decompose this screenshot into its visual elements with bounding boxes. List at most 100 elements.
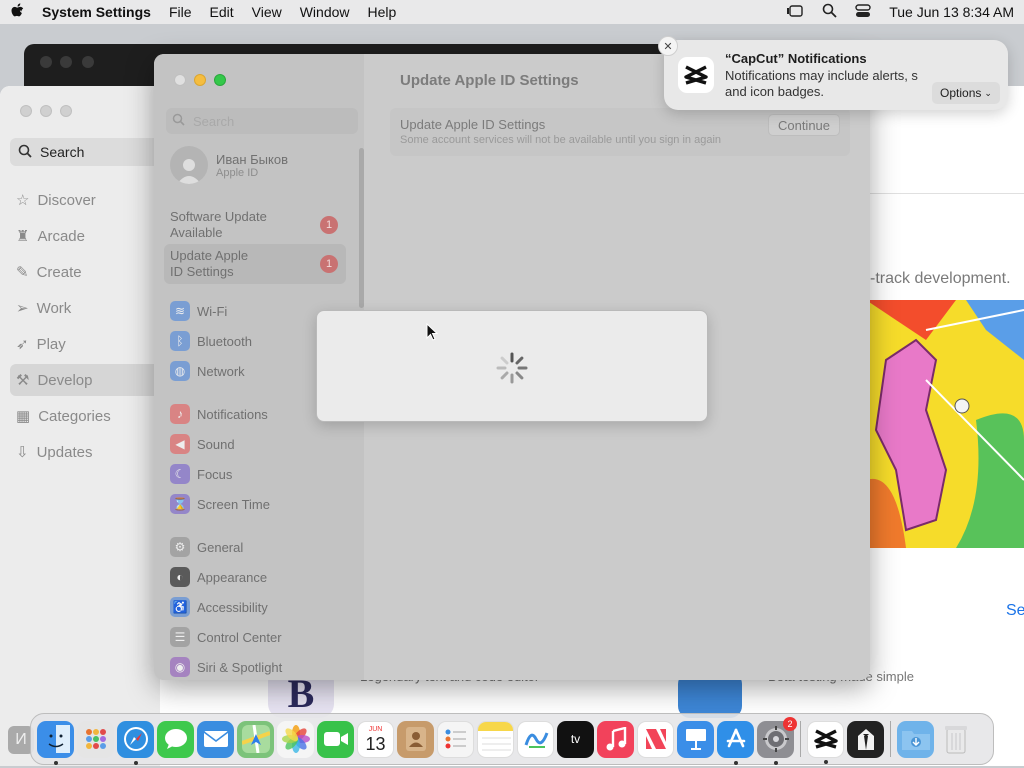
see-all-link[interactable]: Se [1006,602,1024,620]
sidebar-item-screen-time[interactable]: ⌛ Screen Time [164,493,346,515]
menu-view[interactable]: View [252,4,282,20]
dock: JUN 13 tv 2 [30,713,994,765]
settings-zoom-button[interactable] [214,74,226,86]
spotlight-search-icon[interactable] [822,3,837,21]
calendar-dock-icon[interactable]: JUN 13 [357,720,394,758]
store-nav-develop[interactable]: ⚒ Develop [10,364,160,396]
app-store-sidebar: Search ☆ Discover ♜ Arcade ✎ Create ➢ Work ➶… [0,86,160,766]
finder-dock-icon[interactable] [37,720,74,765]
trash-dock-icon[interactable] [937,721,974,758]
sidebar-item-appearance[interactable]: ◐ Appearance [164,566,346,588]
sidebar-item-software-update[interactable]: Software Update Available 1 [164,206,346,244]
store-minimize-button[interactable] [40,105,52,117]
paper-plane-icon: ➢ [16,300,29,317]
facetime-dock-icon[interactable] [317,720,354,758]
contacts-dock-icon[interactable] [397,720,434,758]
settings-search-field[interactable]: Search [166,108,358,134]
window-zoom-button[interactable] [82,56,94,68]
divider [868,193,1024,194]
stage-manager-icon[interactable] [786,4,804,21]
photos-dock-icon[interactable] [277,720,314,758]
window-minimize-button[interactable] [60,56,72,68]
music-dock-icon[interactable] [597,720,634,758]
store-nav-label: Create [36,263,82,281]
store-nav-categories[interactable]: ▦ Categories [10,400,160,432]
sidebar-item-control-center[interactable]: ☰ Control Center [164,626,346,648]
menu-file[interactable]: File [169,4,192,20]
freeform-dock-icon[interactable] [517,720,554,758]
sidebar-item-label: Wi-Fi [197,303,228,319]
capcut-dock-icon[interactable] [807,720,844,764]
store-search-field[interactable]: Search [10,138,160,166]
settings-close-button[interactable] [174,74,186,86]
capcut-app-icon [678,57,714,93]
sidebar-item-label: Screen Time [197,496,270,512]
joystick-icon: ♜ [16,228,30,245]
maps-dock-icon[interactable] [237,720,274,758]
continue-button[interactable]: Continue [768,114,840,136]
hero-artwork[interactable] [866,300,1024,548]
apple-menu-icon[interactable] [10,2,24,22]
sidebar-item-update-apple-id[interactable]: Update Apple ID Settings 1 [164,244,346,284]
reminders-dock-icon[interactable] [437,720,474,758]
apple-id-profile[interactable]: Иван Быков Apple ID [170,146,288,184]
system-settings-dock-icon[interactable]: 2 [757,716,797,765]
keynote-dock-icon[interactable] [677,720,714,758]
news-dock-icon[interactable] [637,720,674,758]
dock-separator [800,721,801,757]
store-nav-create[interactable]: ✎ Create [10,256,160,288]
loading-spinner-icon [496,352,528,384]
settings-minimize-button[interactable] [194,74,206,86]
store-close-button[interactable] [20,105,32,117]
notification-close-button[interactable]: ✕ [658,36,678,56]
sidebar-item-focus[interactable]: ☾ Focus [164,463,346,485]
sidebar-item-label: Available [170,225,223,240]
moon-icon: ☾ [170,464,190,484]
store-nav-discover[interactable]: ☆ Discover [10,184,160,216]
menu-window[interactable]: Window [300,4,350,20]
sidebar-item-sound[interactable]: ◀ Sound [164,433,346,455]
notes-dock-icon[interactable] [477,720,514,758]
download-icon: ⇩ [16,444,29,461]
downloads-folder-dock-icon[interactable] [897,720,934,758]
running-indicator [773,760,778,765]
sidebar-item-label: Siri & Spotlight [197,659,283,675]
search-icon [18,144,32,161]
store-nav-label: Develop [37,371,93,389]
menu-clock[interactable]: Tue Jun 13 8:34 AM [889,4,1014,20]
mail-dock-icon[interactable] [197,720,234,758]
sidebar-item-siri-spotlight[interactable]: ◉ Siri & Spotlight [164,656,346,678]
sidebar-item-general[interactable]: ⚙ General [164,536,346,558]
control-center-icon[interactable] [855,3,871,21]
store-nav-work[interactable]: ➢ Work [10,292,160,324]
sidebar-item-accessibility[interactable]: ♿ Accessibility [164,596,346,618]
bartender-dock-icon[interactable] [847,720,884,758]
store-nav-updates[interactable]: ⇩ Updates [10,436,160,468]
update-row-subtitle: Some account services will not be availa… [400,134,722,146]
store-nav-arcade[interactable]: ♜ Arcade [10,220,160,252]
menu-app-name[interactable]: System Settings [42,4,151,20]
page-title: Update Apple ID Settings [400,72,579,89]
window-close-button[interactable] [40,56,52,68]
menu-help[interactable]: Help [368,4,397,20]
notification-options-button[interactable]: Options ⌄ [932,82,1000,104]
profile-name: Иван Быков [216,151,288,167]
messages-dock-icon[interactable] [157,720,194,758]
update-row-title: Update Apple ID Settings [400,117,546,132]
store-nav-play[interactable]: ➶ Play [10,328,160,360]
sidebar-item-label: Bluetooth [197,333,252,349]
app-store-dock-icon[interactable] [717,720,754,765]
running-indicator [53,760,58,765]
sidebar-item-label: Appearance [197,569,268,585]
gear-icon: ⚙ [170,537,190,557]
sidebar-item-label: Notifications [197,406,268,422]
store-nav-label: Updates [36,443,93,461]
safari-dock-icon[interactable] [117,720,154,765]
store-nav-label: Play [36,335,66,353]
launchpad-dock-icon[interactable] [77,720,114,758]
store-zoom-button[interactable] [60,105,72,117]
tv-dock-icon[interactable]: tv [557,720,594,758]
bell-icon: ♪ [170,404,190,424]
menu-edit[interactable]: Edit [210,4,234,20]
settings-search-placeholder: Search [193,113,235,129]
